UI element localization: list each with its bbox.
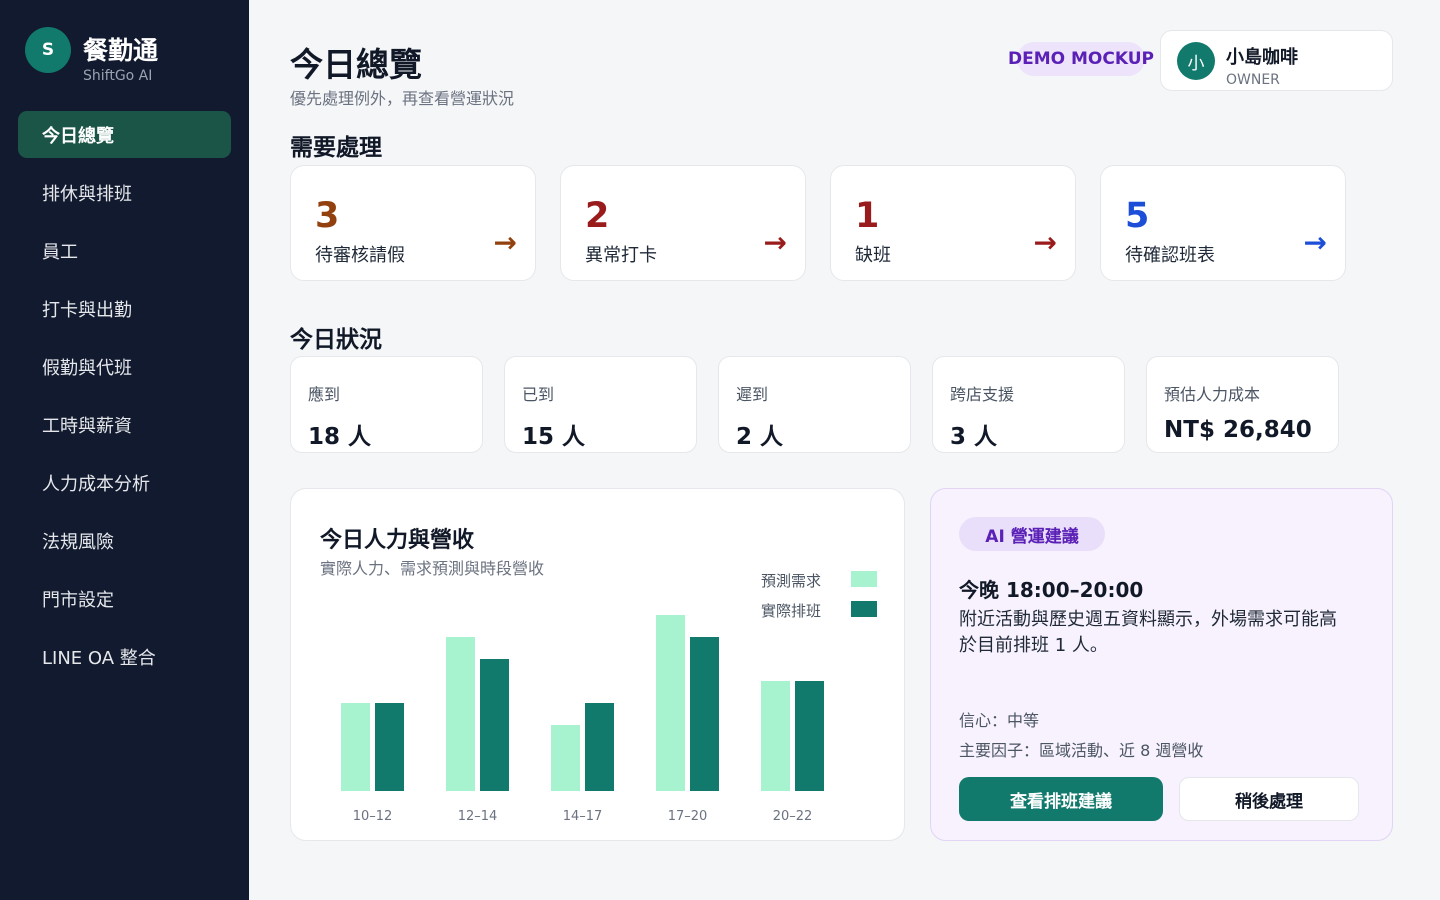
pending-schedule-card[interactable]: 5 待確認班表 → xyxy=(1100,165,1346,281)
arrow-right-icon: → xyxy=(493,226,517,259)
stat-label: 已到 xyxy=(522,385,555,404)
sidebar-item-staff[interactable]: 員工 xyxy=(18,227,231,274)
x-tick-label: 10–12 xyxy=(353,809,393,824)
needs-attention-title: 需要處理 xyxy=(290,135,382,161)
pending-leave-count: 3 xyxy=(315,196,340,236)
legend-label: 實際排班 xyxy=(761,602,821,620)
ai-badge: AI 營運建議 xyxy=(959,517,1105,551)
stat-value: NT$ 26,840 xyxy=(1164,417,1312,443)
legend-label: 預測需求 xyxy=(761,572,821,590)
chart-panel: 今日人力與營收 實際人力、需求預測與時段營收 10–12 12–14 14–17 17… xyxy=(290,488,905,841)
ai-confidence: 信心：中等 xyxy=(959,711,1040,730)
sidebar-item-payroll[interactable]: 工時與薪資 xyxy=(18,401,231,448)
sidebar-nav: 今日總覽 排休與排班 員工 打卡與出勤 假勤與代班 工時與薪資 人力成本分析 法… xyxy=(18,111,231,691)
user-role: OWNER xyxy=(1226,72,1280,88)
stat-labor-cost: 預估人力成本 NT$ 26,840 xyxy=(1146,356,1339,453)
missing-shift-count: 1 xyxy=(855,196,880,236)
brand-name: 餐勤通 xyxy=(83,36,159,65)
sidebar-item-compliance[interactable]: 法規風險 xyxy=(18,517,231,564)
user-name: 小島咖啡 xyxy=(1226,47,1298,68)
arrow-right-icon: → xyxy=(1033,226,1057,259)
x-tick-label: 20–22 xyxy=(773,809,813,824)
abnormal-clockin-card[interactable]: 2 異常打卡 → xyxy=(560,165,806,281)
pending-schedule-count: 5 xyxy=(1125,196,1150,236)
legend-swatch xyxy=(851,571,877,587)
stat-value: 2 人 xyxy=(736,424,784,450)
bar-actual-2 xyxy=(585,703,614,791)
stat-value: 3 人 xyxy=(950,424,998,450)
later-button[interactable]: 稍後處理 xyxy=(1179,777,1359,821)
abnormal-clockin-label: 異常打卡 xyxy=(585,245,657,266)
sidebar-item-labor-cost[interactable]: 人力成本分析 xyxy=(18,459,231,506)
stat-label: 預估人力成本 xyxy=(1164,385,1261,404)
sidebar-item-scheduling[interactable]: 排休與排班 xyxy=(18,169,231,216)
brand: S 餐勤通 ShiftGo AI xyxy=(25,27,158,84)
abnormal-clockin-count: 2 xyxy=(585,196,610,236)
stat-cross-store: 跨店支援 3 人 xyxy=(932,356,1125,453)
bar-actual-4 xyxy=(795,681,824,791)
stat-expected: 應到 18 人 xyxy=(290,356,483,453)
x-tick-label: 14–17 xyxy=(563,809,603,824)
sidebar-item-line-oa[interactable]: LINE OA 整合 xyxy=(18,633,231,680)
stat-label: 跨店支援 xyxy=(950,385,1015,404)
bar-forecast-0 xyxy=(341,703,370,791)
stat-label: 應到 xyxy=(308,385,341,404)
user-menu[interactable]: 小 小島咖啡 OWNER xyxy=(1160,30,1393,91)
sidebar: S 餐勤通 ShiftGo AI 今日總覽 排休與排班 員工 打卡與出勤 假勤與… xyxy=(0,0,249,900)
bar-actual-0 xyxy=(375,703,404,791)
view-schedule-suggestion-button[interactable]: 查看排班建議 xyxy=(959,777,1163,821)
ai-description: 附近活動與歷史週五資料顯示，外場需求可能高於目前排班 1 人。 xyxy=(959,609,1337,656)
sidebar-item-overview[interactable]: 今日總覽 xyxy=(18,111,231,158)
bar-forecast-3 xyxy=(656,615,685,791)
sidebar-item-store-settings[interactable]: 門市設定 xyxy=(18,575,231,622)
avatar: 小 xyxy=(1177,42,1215,80)
today-status-title: 今日狀況 xyxy=(290,327,382,353)
stat-late: 遲到 2 人 xyxy=(718,356,911,453)
bar-forecast-2 xyxy=(551,725,580,791)
brand-subtitle: ShiftGo AI xyxy=(83,68,153,84)
x-tick-label: 17–20 xyxy=(668,809,708,824)
missing-shift-label: 缺班 xyxy=(855,245,891,266)
pending-schedule-label: 待確認班表 xyxy=(1125,245,1215,266)
staffing-bar-chart: 10–12 12–14 14–17 17–20 20–22 預測需求實際排班 xyxy=(341,571,877,824)
pending-leave-label: 待審核請假 xyxy=(315,245,405,266)
bar-forecast-1 xyxy=(446,637,475,791)
brand-logo: S xyxy=(25,27,71,73)
ai-time-range: 今晚 18:00–20:00 xyxy=(959,578,1144,602)
sidebar-item-attendance[interactable]: 打卡與出勤 xyxy=(18,285,231,332)
stat-label: 遲到 xyxy=(736,385,769,404)
sidebar-item-leave[interactable]: 假勤與代班 xyxy=(18,343,231,390)
page-subtitle: 優先處理例外，再查看營運狀況 xyxy=(290,89,515,108)
ai-suggestion-panel: AI 營運建議 今晚 18:00–20:00 附近活動與歷史週五資料顯示，外場需… xyxy=(930,488,1393,841)
arrow-right-icon: → xyxy=(763,226,787,259)
stat-arrived: 已到 15 人 xyxy=(504,356,697,453)
x-tick-label: 12–14 xyxy=(458,809,498,824)
page-title: 今日總覽 xyxy=(290,45,422,84)
stat-value: 18 人 xyxy=(308,424,372,450)
demo-badge: DEMO MOCKUP xyxy=(1008,42,1154,76)
bar-actual-1 xyxy=(480,659,509,791)
arrow-right-icon: → xyxy=(1303,226,1327,259)
stat-value: 15 人 xyxy=(522,424,586,450)
pending-leave-card[interactable]: 3 待審核請假 → xyxy=(290,165,536,281)
brand-text: 餐勤通 ShiftGo AI xyxy=(83,37,158,85)
legend-swatch xyxy=(851,601,877,617)
bar-forecast-4 xyxy=(761,681,790,791)
ai-factors: 主要因子：區域活動、近 8 週營收 xyxy=(959,741,1204,760)
bar-actual-3 xyxy=(690,637,719,791)
missing-shift-card[interactable]: 1 缺班 → xyxy=(830,165,1076,281)
